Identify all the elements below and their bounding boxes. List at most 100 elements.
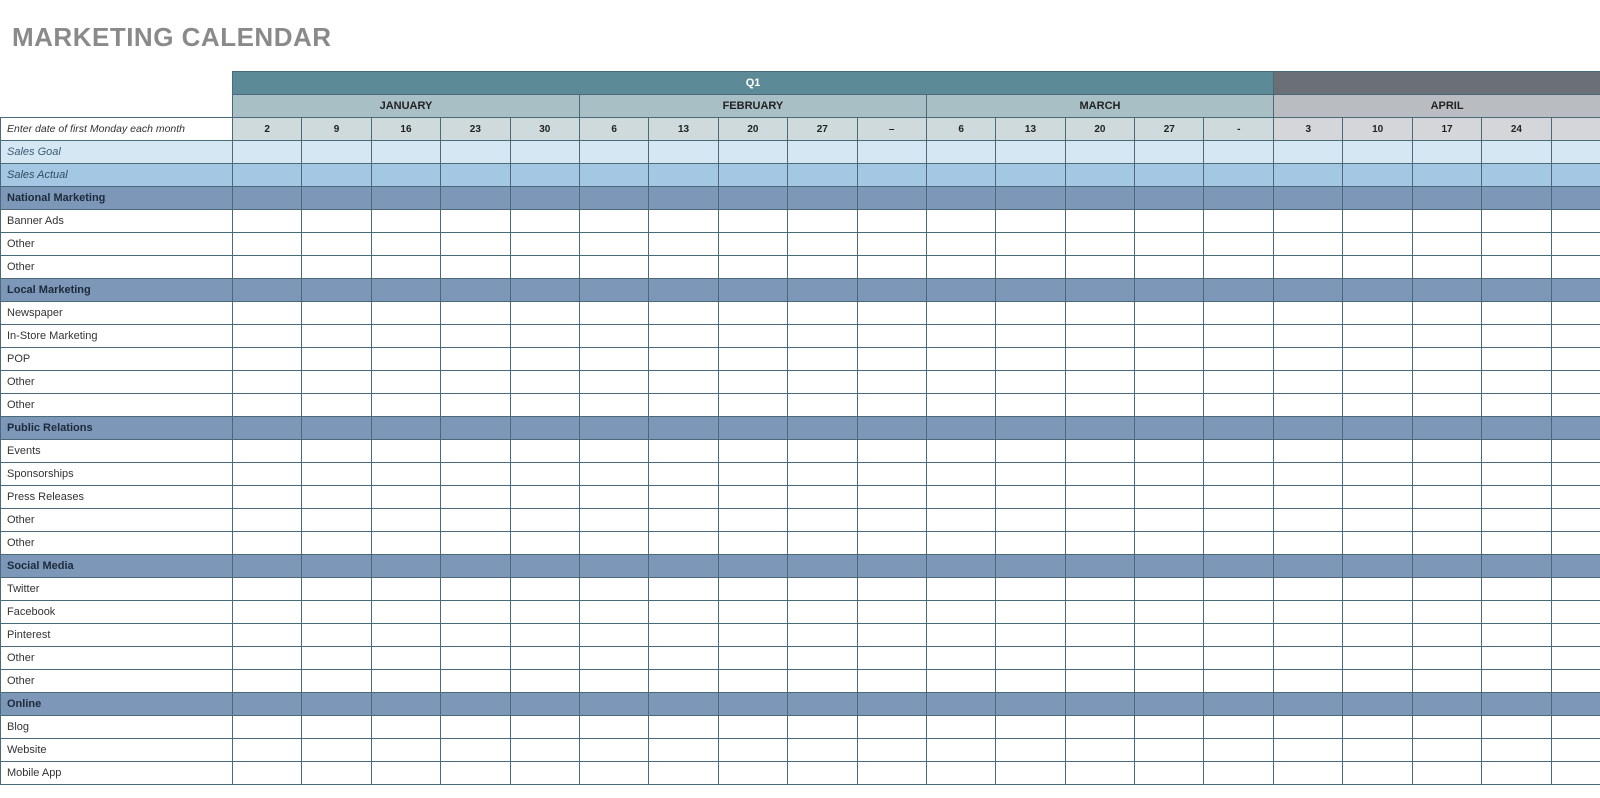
data-cell[interactable]: [371, 509, 440, 532]
data-cell[interactable]: [1482, 440, 1551, 463]
data-cell[interactable]: [926, 325, 995, 348]
data-cell[interactable]: [1274, 624, 1343, 647]
data-cell[interactable]: [579, 486, 648, 509]
data-cell[interactable]: [302, 532, 371, 555]
data-cell[interactable]: [233, 463, 302, 486]
data-cell[interactable]: [926, 509, 995, 532]
data-cell[interactable]: [996, 647, 1065, 670]
data-cell[interactable]: [441, 371, 510, 394]
week-header[interactable]: 27: [788, 118, 857, 141]
data-cell[interactable]: [1482, 233, 1551, 256]
data-cell[interactable]: [649, 141, 718, 164]
data-cell[interactable]: [1551, 716, 1600, 739]
data-cell[interactable]: [371, 302, 440, 325]
data-cell[interactable]: [441, 141, 510, 164]
data-cell[interactable]: [441, 463, 510, 486]
week-header[interactable]: 17: [1412, 118, 1481, 141]
week-header[interactable]: 6: [926, 118, 995, 141]
data-cell[interactable]: [1343, 325, 1412, 348]
data-cell[interactable]: [371, 440, 440, 463]
data-cell[interactable]: [371, 670, 440, 693]
data-cell[interactable]: [371, 578, 440, 601]
data-cell[interactable]: [649, 164, 718, 187]
data-cell[interactable]: [1551, 762, 1600, 785]
week-header[interactable]: 20: [1065, 118, 1134, 141]
data-cell[interactable]: [1135, 302, 1204, 325]
data-cell[interactable]: [1204, 440, 1274, 463]
data-cell[interactable]: [1343, 532, 1412, 555]
data-cell[interactable]: [788, 256, 857, 279]
data-cell[interactable]: [926, 164, 995, 187]
data-cell[interactable]: [1482, 509, 1551, 532]
data-cell[interactable]: [441, 670, 510, 693]
data-cell[interactable]: [579, 532, 648, 555]
data-cell[interactable]: [1412, 394, 1481, 417]
data-cell[interactable]: [371, 371, 440, 394]
data-cell[interactable]: [1482, 325, 1551, 348]
data-cell[interactable]: [441, 601, 510, 624]
data-cell[interactable]: [788, 716, 857, 739]
data-cell[interactable]: [1412, 141, 1481, 164]
data-cell[interactable]: [718, 210, 787, 233]
data-cell[interactable]: [1551, 440, 1600, 463]
data-cell[interactable]: [1135, 578, 1204, 601]
data-cell[interactable]: [1204, 739, 1274, 762]
data-cell[interactable]: [302, 233, 371, 256]
data-cell[interactable]: [788, 371, 857, 394]
data-cell[interactable]: [441, 164, 510, 187]
data-cell[interactable]: [1065, 463, 1134, 486]
data-cell[interactable]: [1135, 716, 1204, 739]
data-cell[interactable]: [1274, 210, 1343, 233]
data-cell[interactable]: [441, 440, 510, 463]
data-cell[interactable]: [718, 233, 787, 256]
data-cell[interactable]: [1065, 348, 1134, 371]
data-cell[interactable]: [649, 256, 718, 279]
data-cell[interactable]: [510, 256, 579, 279]
data-cell[interactable]: [996, 210, 1065, 233]
data-cell[interactable]: [1274, 348, 1343, 371]
data-cell[interactable]: [926, 739, 995, 762]
data-cell[interactable]: [788, 141, 857, 164]
data-cell[interactable]: [1482, 256, 1551, 279]
data-cell[interactable]: [996, 578, 1065, 601]
data-cell[interactable]: [718, 486, 787, 509]
data-cell[interactable]: [1065, 325, 1134, 348]
data-cell[interactable]: [718, 302, 787, 325]
data-cell[interactable]: [1482, 578, 1551, 601]
data-cell[interactable]: [233, 256, 302, 279]
data-cell[interactable]: [579, 256, 648, 279]
data-cell[interactable]: [1135, 348, 1204, 371]
data-cell[interactable]: [996, 233, 1065, 256]
data-cell[interactable]: [1482, 670, 1551, 693]
data-cell[interactable]: [996, 670, 1065, 693]
data-cell[interactable]: [233, 302, 302, 325]
data-cell[interactable]: [233, 716, 302, 739]
data-cell[interactable]: [1135, 486, 1204, 509]
data-cell[interactable]: [1065, 440, 1134, 463]
data-cell[interactable]: [1135, 762, 1204, 785]
data-cell[interactable]: [510, 647, 579, 670]
data-cell[interactable]: [718, 739, 787, 762]
data-cell[interactable]: [441, 647, 510, 670]
data-cell[interactable]: [857, 532, 926, 555]
week-header[interactable]: 20: [718, 118, 787, 141]
data-cell[interactable]: [996, 440, 1065, 463]
data-cell[interactable]: [302, 164, 371, 187]
data-cell[interactable]: [302, 601, 371, 624]
data-cell[interactable]: [1274, 670, 1343, 693]
data-cell[interactable]: [1274, 739, 1343, 762]
data-cell[interactable]: [1551, 141, 1600, 164]
data-cell[interactable]: [1274, 716, 1343, 739]
data-cell[interactable]: [857, 463, 926, 486]
data-cell[interactable]: [233, 486, 302, 509]
data-cell[interactable]: [649, 325, 718, 348]
data-cell[interactable]: [718, 141, 787, 164]
data-cell[interactable]: [926, 302, 995, 325]
data-cell[interactable]: [510, 233, 579, 256]
data-cell[interactable]: [1204, 141, 1274, 164]
data-cell[interactable]: [1204, 325, 1274, 348]
data-cell[interactable]: [1135, 210, 1204, 233]
week-header[interactable]: –: [857, 118, 926, 141]
data-cell[interactable]: [579, 739, 648, 762]
data-cell[interactable]: [1482, 463, 1551, 486]
